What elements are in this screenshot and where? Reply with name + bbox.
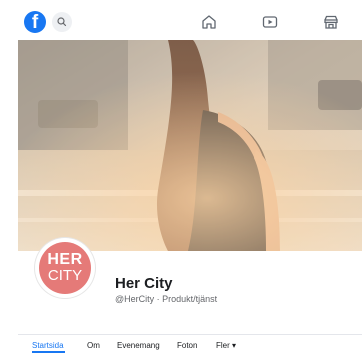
- page-handle-category: @HerCity · Produkt/tjänst: [115, 294, 218, 304]
- cover-photo: [18, 40, 362, 251]
- page-title: Her City: [115, 275, 173, 292]
- facebook-logo-letter: f: [31, 12, 39, 33]
- avatar-logo: HER CITY: [39, 242, 91, 294]
- page-avatar[interactable]: HER CITY: [35, 238, 95, 298]
- top-navigation-bar: f: [0, 0, 362, 40]
- facebook-logo[interactable]: f: [24, 11, 46, 33]
- tab-foton[interactable]: Foton: [177, 341, 197, 350]
- tab-startsida[interactable]: Startsida: [32, 341, 64, 350]
- page-tabs: Startsida Om Evenemang Foton Fler ▾: [18, 334, 362, 353]
- marketplace-icon[interactable]: [322, 13, 340, 31]
- watch-video-icon[interactable]: [261, 13, 279, 31]
- tab-evenemang[interactable]: Evenemang: [117, 341, 160, 350]
- search-button[interactable]: [52, 12, 72, 32]
- search-icon: [57, 17, 67, 27]
- tab-om[interactable]: Om: [87, 341, 100, 350]
- avatar-text-her: HER: [47, 251, 83, 268]
- tab-fler[interactable]: Fler ▾: [216, 341, 236, 350]
- page-profile-header: HER CITY Her City @HerCity · Produkt/tjä…: [18, 238, 362, 353]
- home-icon[interactable]: [200, 13, 218, 31]
- avatar-text-city: CITY: [47, 267, 83, 284]
